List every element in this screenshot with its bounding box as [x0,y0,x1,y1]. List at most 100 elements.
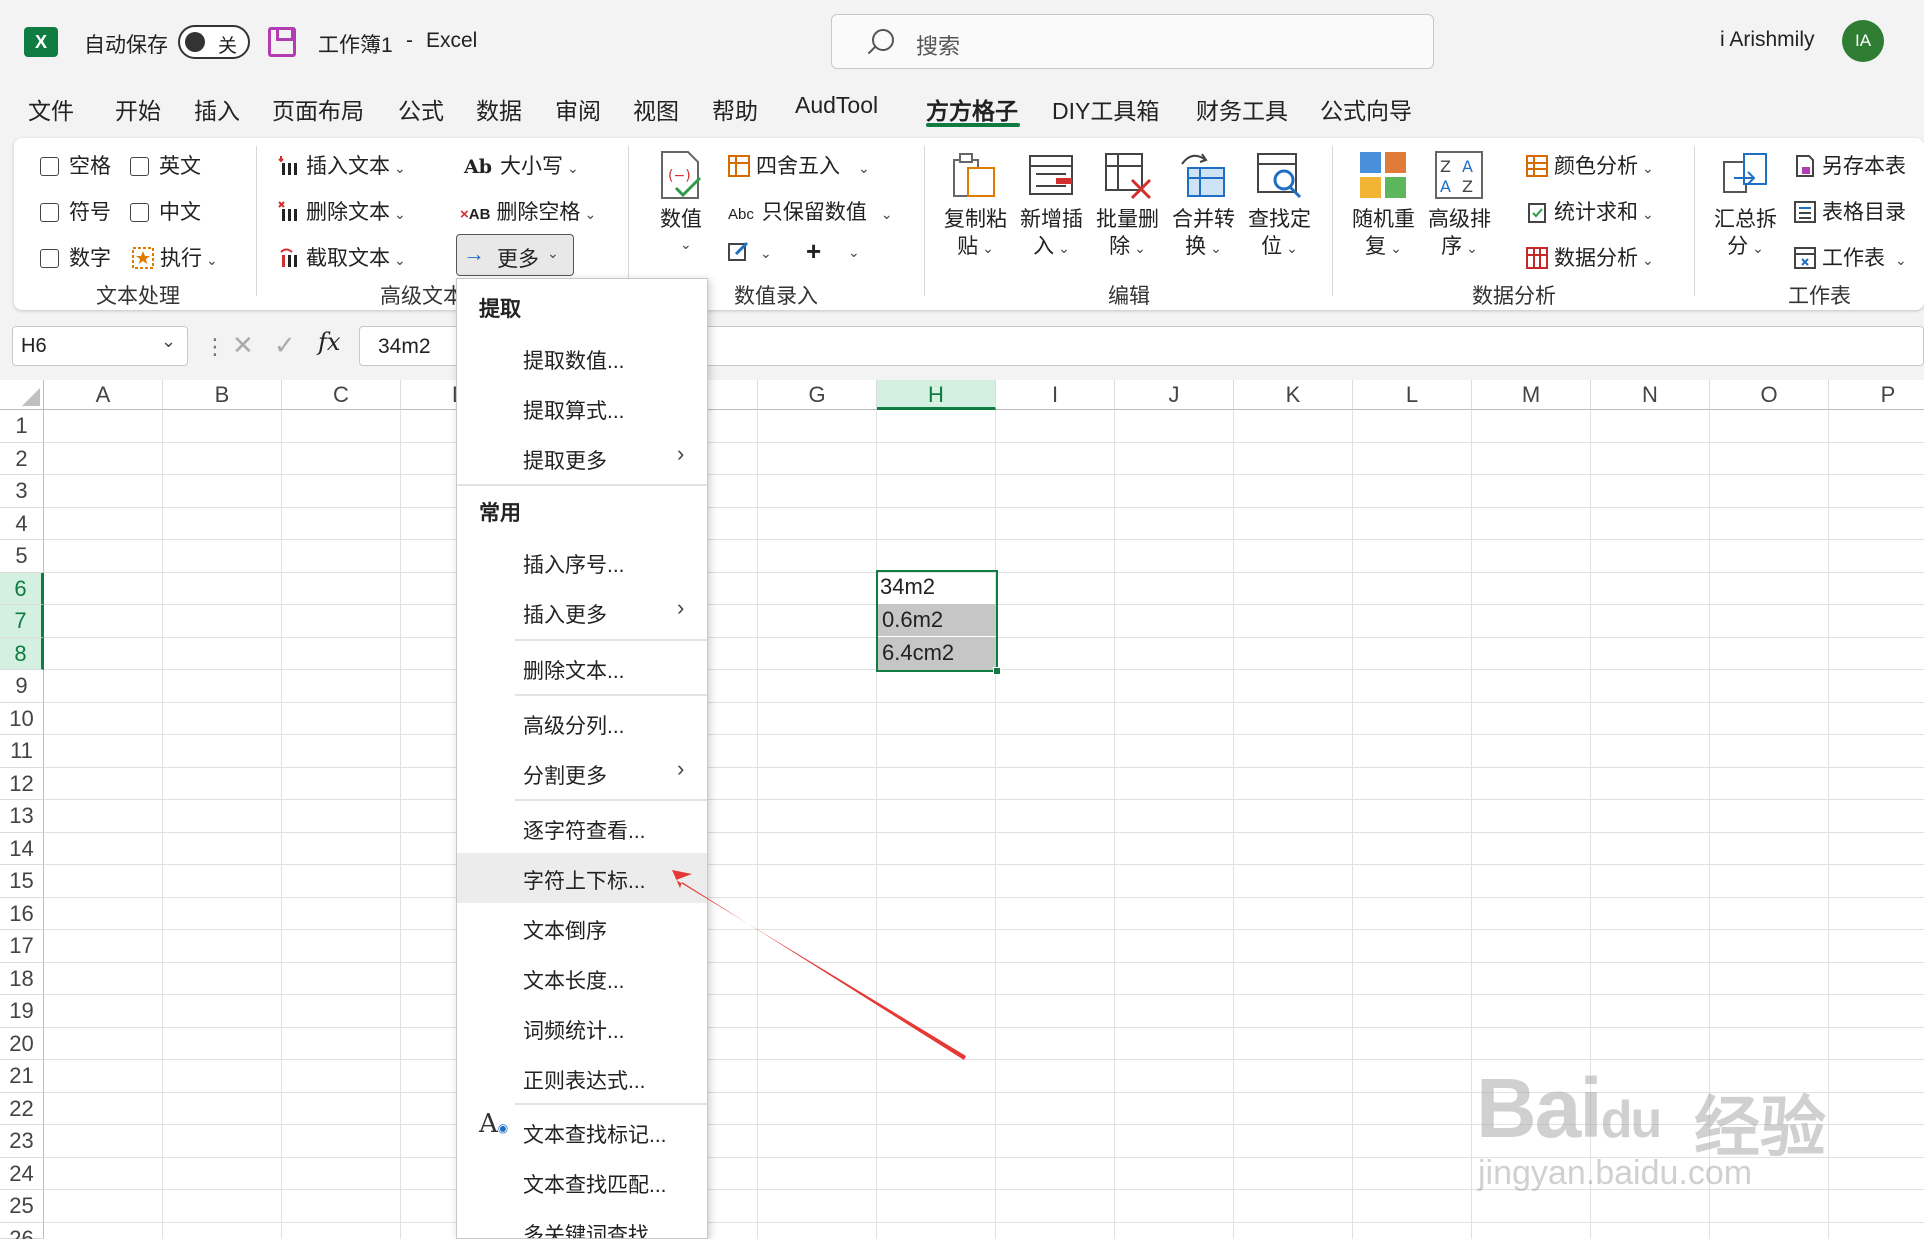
select-all-corner[interactable] [0,380,44,410]
tab-7[interactable]: 视图 [633,92,679,126]
tab-1[interactable]: 开始 [115,92,161,126]
color-analysis-button[interactable]: 颜色分析 ⌄ [1526,150,1654,180]
row-header[interactable]: 4 [0,507,44,540]
menu-item-text-length[interactable]: 文本长度... [523,965,625,995]
name-box[interactable]: H6 ⌄ [12,326,188,366]
tab-10[interactable]: 方方格子 [926,92,1018,126]
row-header[interactable]: 19 [0,995,44,1028]
column-header[interactable]: I [996,380,1115,410]
tab-5[interactable]: 数据 [476,92,522,126]
row-header[interactable]: 18 [0,962,44,995]
keep-value-button[interactable]: Abc 只保留数值 ⌄ [728,196,893,226]
fill-handle[interactable] [993,667,1001,675]
checkbox-symbol[interactable]: 符号 [40,196,111,226]
row-header[interactable]: 13 [0,800,44,833]
selection-range[interactable] [876,570,1001,675]
edit-button-4[interactable]: 查找定位 ⌄ [1248,206,1311,262]
case-button[interactable]: Ab 大小写 ⌄ [464,150,579,180]
more-options-icon[interactable]: ⋮ [204,334,226,360]
tab-4[interactable]: 公式 [398,92,444,126]
sheet-index-button[interactable]: 表格目录 [1794,196,1906,226]
more-button[interactable]: → 更多 ⌄ [456,234,574,276]
menu-item-extract-more[interactable]: 提取更多 [523,445,607,475]
row-header[interactable]: 14 [0,832,44,865]
menu-item-extract-formula[interactable]: 提取算式... [523,395,625,425]
row-header[interactable]: 15 [0,865,44,898]
column-header[interactable]: B [163,380,282,410]
menu-item-extract-value[interactable]: 提取数值... [523,345,625,375]
menu-item-insert-seq[interactable]: 插入序号... [523,549,625,579]
fx-icon[interactable]: fx [318,328,340,356]
row-header[interactable]: 17 [0,930,44,963]
tab-11[interactable]: DIY工具箱 [1052,92,1159,126]
value-button[interactable]: 数值 [660,206,702,233]
row-header[interactable]: 23 [0,1125,44,1158]
row-header[interactable]: 7 [0,605,44,638]
tab-2[interactable]: 插入 [194,92,240,126]
advanced-sort-button[interactable]: 高级排序 ⌄ [1428,206,1491,262]
row-header[interactable]: 2 [0,442,44,475]
summary-split-button[interactable]: 汇总拆分 ⌄ [1714,206,1777,262]
tab-9[interactable]: AudTool [795,92,878,119]
checkbox-english[interactable]: 英文 [130,150,201,180]
stat-sum-button[interactable]: 统计求和 ⌄ [1526,196,1654,226]
row-header[interactable]: 24 [0,1157,44,1190]
edit-button-3[interactable]: 合并转换 ⌄ [1172,206,1235,262]
row-header[interactable]: 3 [0,475,44,508]
edit-button-0[interactable]: 复制粘贴 ⌄ [944,206,1007,262]
checkbox-space[interactable]: 空格 [40,150,111,180]
column-header[interactable]: K [1234,380,1353,410]
worksheet-button[interactable]: 工作表 ⌄ [1794,242,1907,272]
delete-text-button[interactable]: 删除文本 ⌄ [278,196,406,226]
edit-input-button[interactable]: ⌄ [728,240,772,264]
row-header[interactable]: 1 [0,410,44,443]
tab-3[interactable]: 页面布局 [272,92,364,126]
menu-item-regex[interactable]: 正则表达式... [523,1065,646,1095]
menu-item-insert-more[interactable]: 插入更多 [523,599,607,629]
edit-button-1[interactable]: 新增插入 ⌄ [1020,206,1083,262]
round-button[interactable]: 四舍五入 ⌄ [728,150,870,180]
menu-item-multi-keyword[interactable]: 多关键词查找... [523,1219,667,1238]
tab-6[interactable]: 审阅 [555,92,601,126]
row-header[interactable]: 22 [0,1092,44,1125]
checkbox-chinese[interactable]: 中文 [130,196,201,226]
column-header[interactable]: H [877,380,996,410]
menu-item-split-more[interactable]: 分割更多 [523,760,607,790]
column-header[interactable]: O [1710,380,1829,410]
row-header[interactable]: 6 [0,572,44,605]
column-header[interactable]: C [282,380,401,410]
add-dropdown-icon[interactable]: ⌄ [848,244,860,261]
row-header[interactable]: 9 [0,670,44,703]
confirm-icon[interactable]: ✓ [274,330,296,361]
delete-space-button[interactable]: ×AB 删除空格 ⌄ [460,196,596,226]
column-header[interactable]: J [1115,380,1234,410]
column-header[interactable]: N [1591,380,1710,410]
tab-8[interactable]: 帮助 [712,92,758,126]
menu-item-reverse-text[interactable]: 文本倒序 [523,915,607,945]
column-header[interactable]: A [44,380,163,410]
row-header[interactable]: 8 [0,637,44,670]
insert-text-button[interactable]: 插入文本 ⌄ [278,150,406,180]
row-header[interactable]: 20 [0,1027,44,1060]
search-box[interactable]: 搜索 [831,14,1434,69]
tab-0[interactable]: 文件 [28,92,74,126]
row-header[interactable]: 26 [0,1222,44,1239]
avatar[interactable]: IA [1842,20,1884,62]
row-header[interactable]: 21 [0,1060,44,1093]
row-header[interactable]: 5 [0,540,44,573]
menu-item-find-mark[interactable]: 文本查找标记... [523,1119,667,1149]
execute-button[interactable]: 执行 ⌄ [132,242,218,272]
tab-12[interactable]: 财务工具 [1196,92,1288,126]
save-as-sheet-button[interactable]: 另存本表 [1794,150,1906,180]
menu-item-super-subscript[interactable]: 字符上下标... [523,865,646,895]
row-header[interactable]: 11 [0,735,44,768]
menu-item-delete-text[interactable]: 删除文本... [523,655,625,685]
random-repeat-button[interactable]: 随机重复 ⌄ [1352,206,1415,262]
row-header[interactable]: 10 [0,702,44,735]
menu-item-char-view[interactable]: 逐字符查看... [523,815,646,845]
row-header[interactable]: 12 [0,767,44,800]
chevron-down-icon[interactable]: ⌄ [161,331,176,352]
column-header[interactable]: L [1353,380,1472,410]
tab-13[interactable]: 公式向导 [1320,92,1412,126]
edit-button-2[interactable]: 批量删除 ⌄ [1096,206,1159,262]
